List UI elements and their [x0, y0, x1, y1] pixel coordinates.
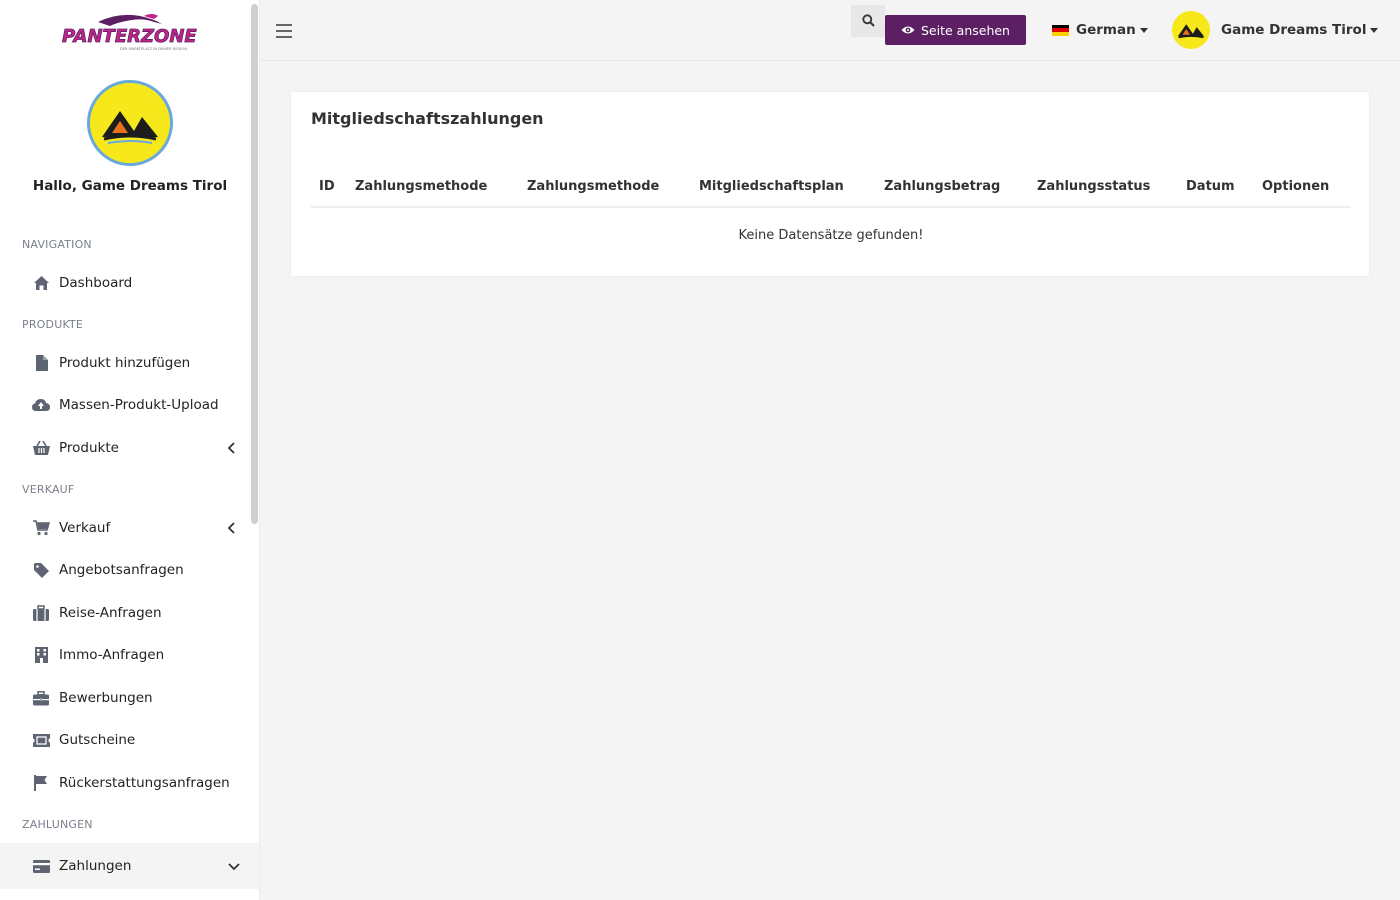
- column-header-options: Optionen: [1262, 179, 1330, 194]
- language-selector[interactable]: German: [1052, 20, 1148, 40]
- credit-card-icon: [32, 857, 50, 875]
- search-icon: [861, 12, 875, 31]
- user-name: Game Dreams Tirol: [1221, 22, 1367, 38]
- sidebar-item-label: Rückerstattungsanfragen: [59, 775, 230, 791]
- column-header-payment-method-2: Zahlungsmethode: [527, 179, 660, 194]
- column-header-payment-status: Zahlungsstatus: [1037, 179, 1151, 194]
- column-header-payment-amount: Zahlungsbetrag: [884, 179, 1001, 194]
- sidebar-item-produkt-hinzufuegen[interactable]: Produkt hinzufügen: [0, 343, 252, 383]
- sidebar-item-label: Gutscheine: [59, 732, 136, 748]
- sidebar-item-label: Produkte: [59, 440, 119, 456]
- sidebar-item-immo-anfragen[interactable]: Immo-Anfragen: [0, 635, 252, 675]
- ticket-icon: [32, 731, 50, 749]
- membership-payments-card: Mitgliedschaftszahlungen ID Zahlungsmeth…: [290, 91, 1370, 277]
- sidebar-item-label: Verkauf: [59, 520, 111, 536]
- user-menu[interactable]: Game Dreams Tirol: [1172, 10, 1379, 50]
- empty-table-message: Keine Datensätze gefunden!: [738, 228, 924, 243]
- sidebar-item-zahlungen[interactable]: Zahlungen: [0, 843, 259, 889]
- table-header: ID Zahlungsmethode Zahlungsmethode Mitgl…: [311, 172, 1351, 208]
- chevron-down-icon: [226, 858, 242, 874]
- cart-icon: [32, 519, 50, 537]
- cloud-upload-icon: [32, 396, 50, 414]
- sidebar-item-verkauf[interactable]: Verkauf: [0, 508, 252, 548]
- tag-icon: [32, 561, 50, 579]
- profile-avatar[interactable]: [87, 80, 173, 166]
- column-header-membership-plan: Mitgliedschaftsplan: [699, 179, 844, 194]
- sidebar-item-label: Dashboard: [59, 275, 133, 291]
- section-title-produkte: PRODUKTE: [22, 318, 84, 331]
- sidebar-item-label: Massen-Produkt-Upload: [59, 397, 219, 413]
- language-label: German: [1076, 22, 1136, 38]
- sidebar-item-label: Bewerbungen: [59, 690, 153, 706]
- column-header-id: ID: [319, 179, 335, 194]
- sidebar-item-reise-anfragen[interactable]: Reise-Anfragen: [0, 593, 252, 633]
- user-avatar: [1172, 11, 1210, 49]
- section-title-navigation: NAVIGATION: [22, 238, 92, 251]
- eye-icon: [901, 23, 915, 37]
- sidebar-item-massen-produkt-upload[interactable]: Massen-Produkt-Upload: [0, 385, 252, 425]
- topbar: Seite ansehen German Game Dreams Tirol: [260, 0, 1400, 61]
- sidebar-item-bewerbungen[interactable]: Bewerbungen: [0, 678, 252, 718]
- sidebar-item-dashboard[interactable]: Dashboard: [0, 263, 252, 303]
- flag-icon: [32, 774, 50, 792]
- svg-text:PANTERZONE: PANTERZONE: [62, 26, 197, 47]
- sidebar-scrollbar[interactable]: [251, 4, 258, 524]
- sidebar: PANTERZONE DER MARKTPLATZ IN DEINER REGI…: [0, 0, 260, 900]
- sidebar-item-label: Zahlungen: [59, 858, 132, 874]
- chevron-left-icon: [224, 440, 240, 456]
- sidebar-item-label: Angebotsanfragen: [59, 562, 184, 578]
- basket-icon: [32, 439, 50, 457]
- svg-text:DER MARKTPLATZ IN DEINER REGIO: DER MARKTPLATZ IN DEINER REGION: [120, 47, 187, 51]
- view-site-label: Seite ansehen: [921, 22, 1010, 38]
- briefcase-icon: [32, 689, 50, 707]
- section-title-zahlungen: ZAHLUNGEN: [22, 818, 93, 831]
- sidebar-item-produkte[interactable]: Produkte: [0, 428, 252, 468]
- sidebar-item-angebotsanfragen[interactable]: Angebotsanfragen: [0, 550, 252, 590]
- sidebar-item-gutscheine[interactable]: Gutscheine: [0, 720, 252, 760]
- sidebar-item-label: Produkt hinzufügen: [59, 355, 191, 371]
- column-header-payment-method: Zahlungsmethode: [355, 179, 488, 194]
- chevron-left-icon: [224, 520, 240, 536]
- caret-down-icon: [1139, 27, 1148, 33]
- column-header-date: Datum: [1186, 179, 1235, 194]
- suitcase-icon: [32, 604, 50, 622]
- section-title-verkauf: VERKAUF: [22, 483, 75, 496]
- search-button[interactable]: [851, 5, 885, 37]
- view-site-button[interactable]: Seite ansehen: [885, 15, 1026, 45]
- sidebar-item-label: Reise-Anfragen: [59, 605, 162, 621]
- greeting: Hallo, Game Dreams Tirol: [32, 178, 228, 194]
- panterzone-logo[interactable]: PANTERZONE DER MARKTPLATZ IN DEINER REGI…: [58, 10, 204, 52]
- german-flag-icon: [1052, 24, 1069, 36]
- caret-down-icon: [1370, 27, 1379, 33]
- sidebar-item-rueckerstattungsanfragen[interactable]: Rückerstattungsanfragen: [0, 763, 252, 803]
- file-icon: [32, 354, 50, 372]
- building-icon: [32, 646, 50, 664]
- sidebar-item-label: Immo-Anfragen: [59, 647, 165, 663]
- page-title: Mitgliedschaftszahlungen: [311, 109, 544, 128]
- home-icon: [32, 274, 50, 292]
- menu-toggle-icon[interactable]: [275, 22, 293, 40]
